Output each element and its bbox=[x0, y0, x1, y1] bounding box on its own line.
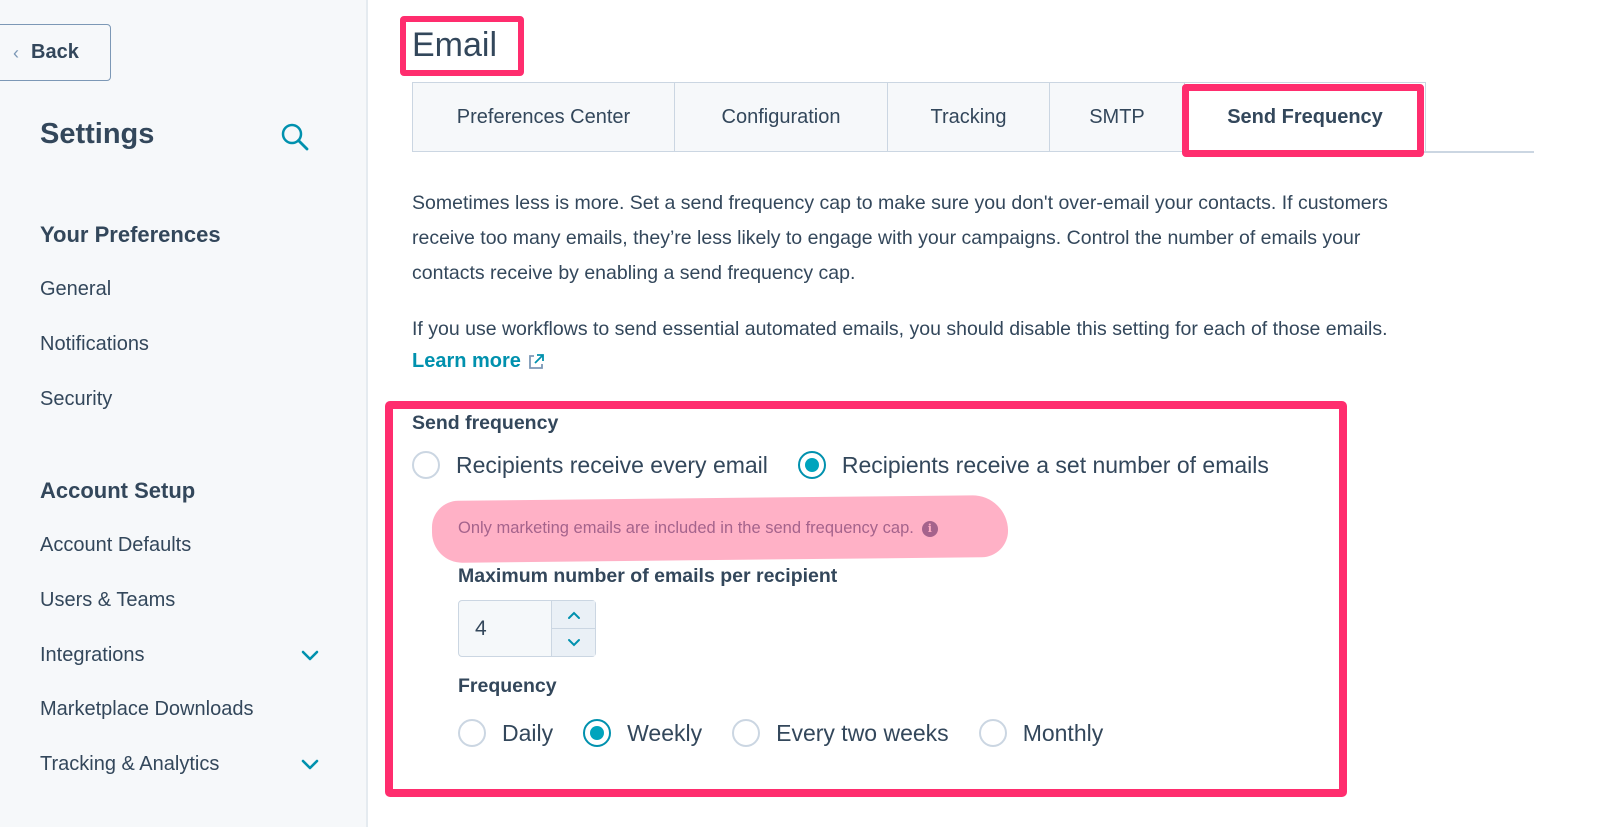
workflow-note: If you use workflows to send essential a… bbox=[412, 318, 1388, 340]
nav-label: Security bbox=[40, 388, 113, 410]
search-icon[interactable] bbox=[280, 122, 310, 152]
chevron-up-icon bbox=[567, 611, 580, 619]
radio-circle[interactable] bbox=[412, 451, 440, 479]
frequency-label: Frequency bbox=[458, 675, 557, 697]
radio-weekly[interactable]: Weekly bbox=[583, 719, 702, 747]
sidebar-item-integrations[interactable]: Integrations bbox=[40, 644, 320, 667]
radio-circle[interactable] bbox=[978, 719, 1007, 747]
sidebar-item-general[interactable]: General bbox=[40, 278, 320, 301]
radio-circle[interactable] bbox=[583, 719, 612, 747]
sidebar-item-notifications[interactable]: Notifications bbox=[40, 333, 320, 356]
back-label: Back bbox=[31, 41, 79, 63]
sidebar-item-users-teams[interactable]: Users & Teams bbox=[40, 589, 320, 612]
tab-bar: Preferences Center Configuration Trackin… bbox=[412, 82, 1534, 152]
chevron-down-icon[interactable] bbox=[300, 758, 320, 772]
note-text: Only marketing emails are included in th… bbox=[458, 519, 914, 537]
tab-configuration[interactable]: Configuration bbox=[674, 82, 887, 152]
marketing-emails-note: Only marketing emails are included in th… bbox=[458, 519, 938, 538]
back-button[interactable]: ‹ Back bbox=[0, 24, 111, 81]
radio-label: Weekly bbox=[627, 719, 703, 746]
learn-more-link[interactable]: Learn more bbox=[412, 350, 545, 373]
radio-label: Every two weeks bbox=[776, 719, 949, 746]
section-heading-account-setup: Account Setup bbox=[40, 478, 196, 503]
radio-every-email[interactable]: Recipients receive every email bbox=[412, 451, 768, 479]
radio-label: Monthly bbox=[1022, 719, 1104, 746]
send-frequency-radio-group: Recipients receive every email Recipient… bbox=[412, 451, 1269, 479]
chevron-down-icon bbox=[567, 638, 580, 646]
radio-set-number[interactable]: Recipients receive a set number of email… bbox=[797, 451, 1269, 479]
sidebar-item-account-defaults[interactable]: Account Defaults bbox=[40, 534, 320, 557]
nav-label: Tracking & Analytics bbox=[40, 753, 220, 775]
nav-label: General bbox=[40, 278, 112, 300]
intro-line-3: contacts receive by enabling a send freq… bbox=[412, 262, 856, 284]
nav-label: Notifications bbox=[40, 333, 149, 355]
sidebar-title: Settings bbox=[40, 118, 155, 150]
external-link-icon bbox=[529, 353, 544, 369]
section-heading-your-preferences: Your Preferences bbox=[40, 222, 221, 247]
info-icon[interactable]: i bbox=[921, 520, 938, 537]
chevron-down-icon[interactable] bbox=[300, 649, 320, 663]
sidebar-item-marketplace-downloads[interactable]: Marketplace Downloads bbox=[40, 698, 320, 721]
sidebar-item-tracking-analytics[interactable]: Tracking & Analytics bbox=[40, 753, 320, 776]
tab-smtp[interactable]: SMTP bbox=[1049, 82, 1184, 152]
radio-circle[interactable] bbox=[797, 451, 826, 479]
radio-label: Recipients receive a set number of email… bbox=[841, 451, 1269, 478]
sidebar-item-security[interactable]: Security bbox=[40, 388, 320, 411]
settings-sidebar: ‹ Back Settings Your Preferences General… bbox=[0, 0, 368, 827]
stepper-buttons bbox=[551, 601, 595, 656]
radio-label: Daily bbox=[502, 719, 554, 746]
page-title: Email bbox=[412, 26, 498, 64]
increment-button[interactable] bbox=[552, 601, 595, 628]
radio-circle[interactable] bbox=[732, 719, 761, 747]
tab-divider bbox=[1424, 151, 1534, 153]
max-emails-label: Maximum number of emails per recipient bbox=[458, 565, 838, 587]
radio-monthly[interactable]: Monthly bbox=[978, 719, 1104, 747]
tab-preferences-center[interactable]: Preferences Center bbox=[412, 82, 674, 152]
max-emails-input[interactable]: 4 bbox=[459, 601, 551, 656]
send-frequency-label: Send frequency bbox=[412, 412, 559, 434]
tab-send-frequency[interactable]: Send Frequency bbox=[1184, 82, 1426, 152]
intro-line-1: Sometimes less is more. Set a send frequ… bbox=[412, 192, 1388, 214]
intro-line-2: receive too many emails, they’re less li… bbox=[412, 227, 1361, 249]
frequency-radio-group: Daily Weekly Every two weeks Monthly bbox=[458, 719, 1103, 747]
nav-label: Users & Teams bbox=[40, 589, 176, 611]
nav-label: Marketplace Downloads bbox=[40, 698, 254, 720]
nav-label: Integrations bbox=[40, 644, 145, 666]
main-content: Email Preferences Center Configuration T… bbox=[370, 0, 1600, 827]
learn-more-label: Learn more bbox=[412, 350, 521, 372]
chevron-left-icon: ‹ bbox=[13, 42, 19, 63]
radio-label: Recipients receive every email bbox=[456, 451, 768, 478]
radio-daily[interactable]: Daily bbox=[458, 719, 553, 747]
decrement-button[interactable] bbox=[552, 628, 595, 656]
radio-every-two-weeks[interactable]: Every two weeks bbox=[732, 719, 949, 747]
radio-circle[interactable] bbox=[458, 719, 486, 747]
tab-tracking[interactable]: Tracking bbox=[887, 82, 1049, 152]
max-emails-stepper[interactable]: 4 bbox=[458, 600, 596, 657]
nav-label: Account Defaults bbox=[40, 534, 192, 556]
